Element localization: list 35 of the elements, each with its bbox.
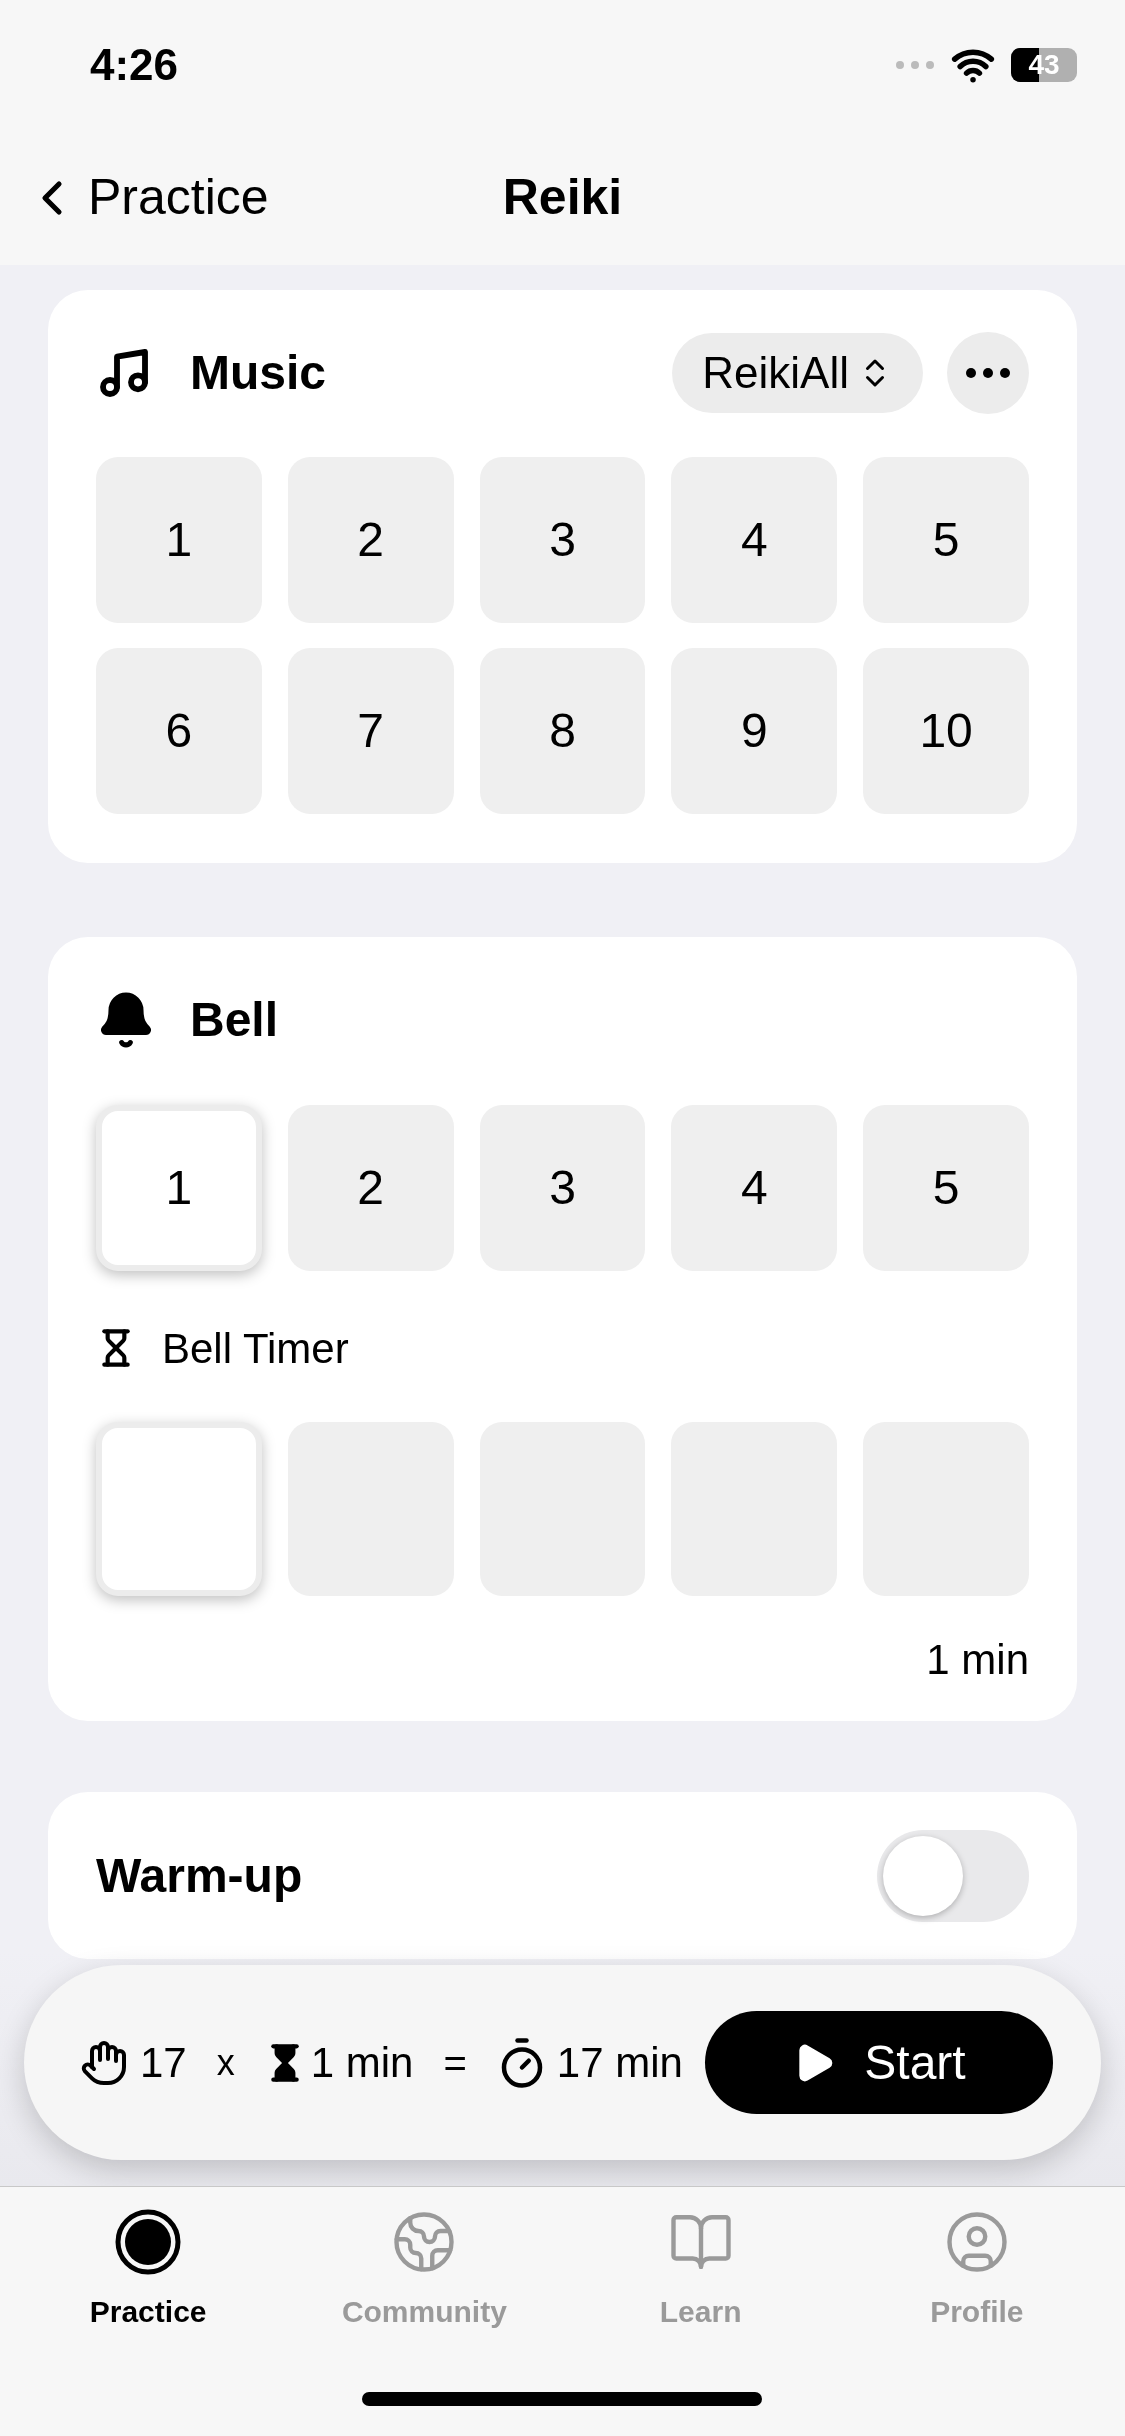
equals-sign: = [443,2039,467,2087]
option-tile[interactable]: 5 [863,1105,1029,1271]
option-tile[interactable]: 6 [96,648,262,814]
timer-slot[interactable] [96,1422,262,1596]
option-tile[interactable]: 2 [287,1105,454,1271]
total-duration: 17 min [556,2038,683,2088]
option-tile[interactable]: 7 [287,648,454,814]
timer-label: Bell Timer [162,1323,349,1374]
option-tile[interactable]: 9 [671,648,838,814]
timer-reading: 1 min [926,1635,1029,1685]
more-icon [966,368,1010,378]
option-tile[interactable]: 4 [671,1105,838,1271]
times-sign: x [216,2040,235,2085]
option-tile[interactable]: 2 [287,457,454,623]
tab-item[interactable]: Practice [10,2209,287,2334]
warmup-label: Warm-up [96,1847,303,1904]
option-tile[interactable]: 5 [863,457,1029,623]
option-tile[interactable]: 3 [479,1105,646,1271]
card-title: Music [190,345,327,401]
page-title: Reiki [502,168,623,227]
option-tile[interactable]: 8 [479,648,646,814]
ring-icon [115,2209,182,2275]
back-button[interactable]: Practice [24,160,269,235]
option-tile[interactable]: 3 [479,457,646,623]
card-title: Bell [190,992,279,1048]
status-time: 4:26 [90,39,179,91]
option-tile[interactable]: 1 [96,457,262,623]
signal-icon [895,60,935,70]
duration: 1 min [310,2038,414,2088]
option-tile[interactable]: 4 [671,457,838,623]
option-tile[interactable]: 1 [96,1105,262,1271]
option-tile[interactable]: 10 [863,648,1029,814]
repeat-count: 17 [140,2038,187,2088]
playlist-selector[interactable]: ReikiAll [672,333,923,413]
start-button[interactable]: Start [705,2011,1053,2114]
